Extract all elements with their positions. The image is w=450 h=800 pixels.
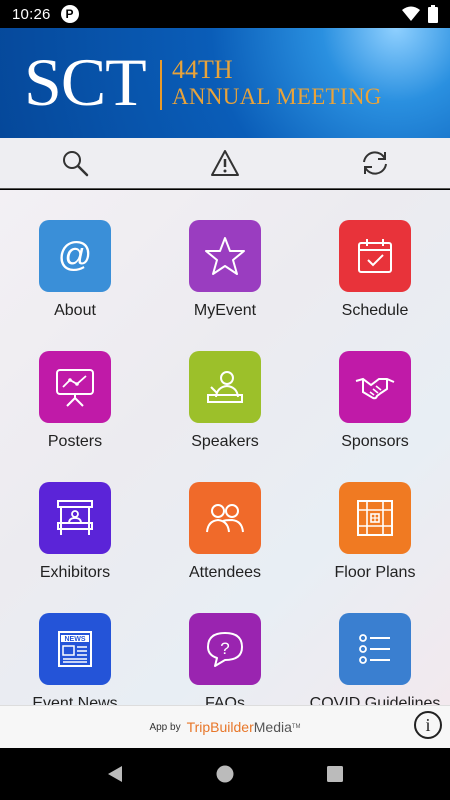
star-icon <box>189 220 261 292</box>
info-button[interactable]: i <box>414 711 442 739</box>
status-indicators <box>402 5 438 23</box>
menu-tile-label: Attendees <box>188 564 262 581</box>
refresh-button[interactable] <box>300 138 450 188</box>
menu-tile-label: MyEvent <box>193 302 257 319</box>
home-button[interactable] <box>205 754 245 794</box>
speaker-icon <box>189 351 261 423</box>
menu-tile-label: Event News <box>32 695 118 705</box>
status-time: 10:26 <box>12 5 51 23</box>
news-icon: NEWS <box>39 613 111 685</box>
menu-grid: @ About MyEvent Schedule Posters Speaker… <box>0 190 450 705</box>
booth-icon <box>39 482 111 554</box>
banner-divider <box>160 60 162 110</box>
menu-tile-posters[interactable]: Posters <box>0 321 150 452</box>
parking-app-icon: P <box>60 5 79 23</box>
alerts-button[interactable] <box>150 138 300 188</box>
recents-icon <box>327 766 343 782</box>
calendar-icon <box>339 220 411 292</box>
handshake-icon <box>339 351 411 423</box>
menu-tile-floor-plans[interactable]: Floor Plans <box>300 452 450 583</box>
footer-app-by: App by <box>149 721 181 733</box>
list-icon <box>339 613 411 685</box>
recents-button[interactable] <box>315 754 355 794</box>
menu-tile-speakers[interactable]: Speakers <box>150 321 300 452</box>
alert-icon <box>211 150 239 176</box>
trademark-mark: TM <box>291 724 301 730</box>
floorplan-icon <box>339 482 411 554</box>
menu-tile-covid-guidelines[interactable]: COVID Guidelines <box>300 583 450 705</box>
back-button[interactable] <box>95 754 135 794</box>
banner-edition: 44TH <box>172 55 233 84</box>
search-icon <box>63 151 89 177</box>
menu-tile-event-news[interactable]: NEWS Event News <box>0 583 150 705</box>
people-icon <box>189 482 261 554</box>
banner-logo: SCT <box>24 44 147 120</box>
menu-tile-attendees[interactable]: Attendees <box>150 452 300 583</box>
menu-tile-label: Speakers <box>191 433 259 450</box>
back-icon <box>108 766 122 782</box>
menu-tile-label: About <box>54 302 96 319</box>
menu-tile-myevent[interactable]: MyEvent <box>150 190 300 321</box>
home-icon <box>216 765 234 783</box>
wifi-icon <box>402 6 420 21</box>
menu-tile-label: COVID Guidelines <box>309 695 441 705</box>
footer: App by TripBuilder Media TM i <box>0 705 450 748</box>
menu-tile-sponsors[interactable]: Sponsors <box>300 321 450 452</box>
status-bar: 10:26 P <box>0 0 450 28</box>
menu-tile-label: Posters <box>47 433 103 450</box>
banner-meeting-title: ANNUAL MEETING <box>172 84 382 109</box>
svg-text:?: ? <box>220 639 229 658</box>
menu-tile-about[interactable]: @ About <box>0 190 150 321</box>
at-icon: @ <box>39 220 111 292</box>
menu-tile-label: Schedule <box>341 302 409 319</box>
poster-icon <box>39 351 111 423</box>
system-nav-bar <box>0 748 450 800</box>
menu-tile-label: Sponsors <box>341 433 409 450</box>
svg-text:@: @ <box>58 236 93 274</box>
menu-tile-label: Floor Plans <box>334 564 416 581</box>
refresh-icon <box>363 151 387 175</box>
tripbuilder-logo: TripBuilder <box>186 719 254 735</box>
toolbar <box>0 138 450 189</box>
svg-text:NEWS: NEWS <box>65 636 86 643</box>
faq-icon: ? <box>189 613 261 685</box>
menu-tile-label: FAQs <box>204 695 245 705</box>
menu-tile-exhibitors[interactable]: Exhibitors <box>0 452 150 583</box>
event-banner: SCT 44TH ANNUAL MEETING <box>0 28 450 138</box>
info-icon: i <box>425 714 431 735</box>
tripbuilder-logo-media: Media <box>253 719 292 735</box>
menu-tile-faqs[interactable]: ? FAQs <box>150 583 300 705</box>
menu-tile-label: Exhibitors <box>39 564 111 581</box>
menu-tile-schedule[interactable]: Schedule <box>300 190 450 321</box>
battery-icon <box>428 5 438 23</box>
search-button[interactable] <box>0 138 150 188</box>
